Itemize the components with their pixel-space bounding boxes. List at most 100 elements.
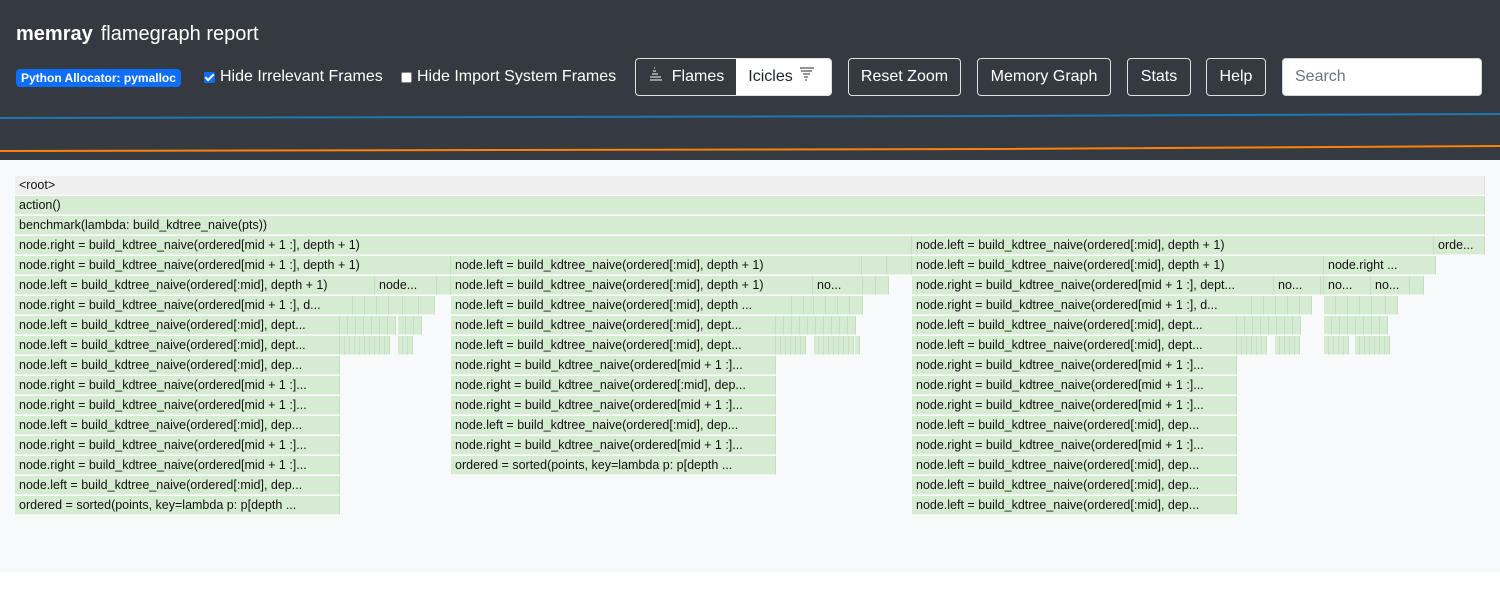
stack-frame[interactable] <box>1324 316 1332 335</box>
stack-frame[interactable] <box>408 336 413 355</box>
stack-frame[interactable] <box>1332 316 1340 335</box>
stack-frame[interactable]: node.left = build_kdtree_naive(ordered[:… <box>912 416 1237 435</box>
stack-frame[interactable] <box>840 316 848 335</box>
stack-frame[interactable]: node.left = build_kdtree_naive(ordered[:… <box>451 416 776 435</box>
stack-frame[interactable] <box>388 316 396 335</box>
root-frame[interactable]: <root> <box>15 176 1485 195</box>
stack-frame[interactable]: orde... <box>1434 236 1485 255</box>
stack-frame[interactable]: node.right = build_kdtree_naive(ordered[… <box>15 296 353 315</box>
stack-frame[interactable]: node.left = build_kdtree_naive(ordered[:… <box>451 256 862 275</box>
stack-frame[interactable]: node.left = build_kdtree_naive(ordered[:… <box>912 476 1237 495</box>
stack-frame[interactable]: node.left = build_kdtree_naive(ordered[:… <box>912 316 1237 335</box>
stack-frame[interactable]: node.right = build_kdtree_naive(ordered[… <box>15 456 340 475</box>
stack-frame[interactable]: node.left = build_kdtree_naive(ordered[:… <box>912 236 1434 255</box>
stack-frame[interactable]: no... <box>1371 276 1410 295</box>
stack-frame[interactable] <box>792 316 800 335</box>
checkbox-unchecked-icon[interactable] <box>401 71 412 83</box>
stack-frame[interactable] <box>372 316 380 335</box>
stack-frame[interactable]: node.left = build_kdtree_naive(ordered[:… <box>451 316 776 335</box>
stack-frame[interactable] <box>340 316 348 335</box>
stack-frame[interactable] <box>1288 296 1300 315</box>
stack-frame[interactable]: node.right = build_kdtree_naive(ordered[… <box>912 396 1237 415</box>
stack-frame[interactable] <box>406 316 414 335</box>
stack-frame[interactable] <box>377 296 389 315</box>
stack-frame[interactable] <box>1252 296 1264 315</box>
stack-frame[interactable] <box>365 296 377 315</box>
stack-frame[interactable]: node.left = build_kdtree_naive(ordered[:… <box>912 256 1324 275</box>
stack-frame[interactable] <box>850 296 863 315</box>
stack-frame[interactable] <box>1360 296 1372 315</box>
stack-frame[interactable] <box>1372 316 1380 335</box>
stack-frame[interactable]: node.left = build_kdtree_naive(ordered[:… <box>15 276 375 295</box>
stack-frame[interactable] <box>1237 316 1245 335</box>
stack-frame[interactable] <box>1277 316 1285 335</box>
stack-frame[interactable] <box>862 256 887 275</box>
stack-frame[interactable] <box>792 296 804 315</box>
stack-frame[interactable] <box>832 316 840 335</box>
stack-frame[interactable] <box>437 276 451 295</box>
stack-frame[interactable] <box>1293 316 1301 335</box>
stack-frame[interactable]: no... <box>813 276 863 295</box>
stack-frame[interactable]: node.right ... <box>1324 256 1436 275</box>
stack-frame[interactable]: node.left = build_kdtree_naive(ordered[:… <box>912 496 1237 515</box>
stack-frame[interactable]: node... <box>375 276 437 295</box>
stack-frame[interactable] <box>1269 316 1277 335</box>
help-button[interactable]: Help <box>1206 58 1266 96</box>
stack-frame[interactable] <box>1324 296 1336 315</box>
stack-frame[interactable] <box>814 296 826 315</box>
stack-frame[interactable]: node.right = build_kdtree_naive(ordered[… <box>912 276 1274 295</box>
hide-import-system-frames-checkbox[interactable]: Hide Import System Frames <box>401 67 616 87</box>
stack-frame[interactable] <box>1380 316 1388 335</box>
flames-toggle-button[interactable]: Flames <box>636 59 736 95</box>
stack-frame[interactable] <box>1385 336 1390 355</box>
stack-frame[interactable]: ordered = sorted(points, key=lambda p: p… <box>15 496 340 515</box>
stack-frame[interactable] <box>1300 296 1312 315</box>
stack-frame[interactable] <box>824 316 832 335</box>
stack-frame[interactable]: node.left = build_kdtree_naive(ordered[:… <box>912 456 1237 475</box>
stack-frame[interactable]: node.left = build_kdtree_naive(ordered[:… <box>15 416 340 435</box>
stack-frame[interactable] <box>348 316 356 335</box>
stack-frame[interactable] <box>808 316 816 335</box>
stack-frame[interactable] <box>1336 296 1348 315</box>
stack-frame[interactable] <box>1321 276 1324 295</box>
stack-frame[interactable] <box>1245 316 1253 335</box>
stack-frame[interactable] <box>863 276 876 295</box>
stack-frame[interactable] <box>364 316 372 335</box>
stack-frame[interactable] <box>1264 296 1276 315</box>
stack-frame[interactable]: node.right = build_kdtree_naive(ordered[… <box>912 376 1237 395</box>
stack-frame[interactable]: node.left = build_kdtree_naive(ordered[:… <box>451 296 792 315</box>
stack-frame[interactable] <box>1262 336 1267 355</box>
stack-frame[interactable] <box>1285 316 1293 335</box>
stack-frame[interactable] <box>356 316 364 335</box>
stack-frame[interactable] <box>800 316 808 335</box>
stack-frame[interactable] <box>1348 316 1356 335</box>
search-input[interactable] <box>1282 58 1482 96</box>
stack-frame[interactable] <box>855 336 860 355</box>
stack-frame[interactable] <box>1344 336 1349 355</box>
stack-frame[interactable]: node.left = build_kdtree_naive(ordered[:… <box>15 336 340 355</box>
stack-frame[interactable] <box>1386 296 1398 315</box>
stack-frame[interactable] <box>385 336 390 355</box>
stack-frame[interactable] <box>1372 296 1386 315</box>
stack-frame[interactable] <box>419 296 435 315</box>
stack-frame[interactable]: node.right = build_kdtree_naive(ordered[… <box>912 356 1237 375</box>
memory-graph-button[interactable]: Memory Graph <box>977 58 1111 96</box>
stack-frame[interactable] <box>1348 296 1360 315</box>
stack-frame[interactable]: node.right = build_kdtree_naive(ordered[… <box>15 236 912 255</box>
stack-frame[interactable]: no... <box>1324 276 1371 295</box>
stats-button[interactable]: Stats <box>1127 58 1191 96</box>
stack-frame[interactable] <box>398 316 406 335</box>
stack-frame[interactable]: node.right = build_kdtree_naive(ordered[… <box>15 376 340 395</box>
stack-frame[interactable] <box>1356 316 1364 335</box>
stack-frame[interactable]: node.right = build_kdtree_naive(ordered[… <box>912 436 1237 455</box>
reset-zoom-button[interactable]: Reset Zoom <box>848 58 961 96</box>
stack-frame[interactable]: ordered = sorted(points, key=lambda p: p… <box>451 456 776 475</box>
stack-frame[interactable]: node.right = build_kdtree_naive(ordered[… <box>912 296 1252 315</box>
stack-frame[interactable] <box>801 336 806 355</box>
stack-frame[interactable] <box>380 316 388 335</box>
stack-frame[interactable]: node.left = build_kdtree_naive(ordered[:… <box>451 276 813 295</box>
stack-frame[interactable] <box>776 316 784 335</box>
icicles-toggle-button[interactable]: Icicles <box>736 59 831 95</box>
stack-frame[interactable] <box>876 276 889 295</box>
stack-frame[interactable] <box>403 296 419 315</box>
